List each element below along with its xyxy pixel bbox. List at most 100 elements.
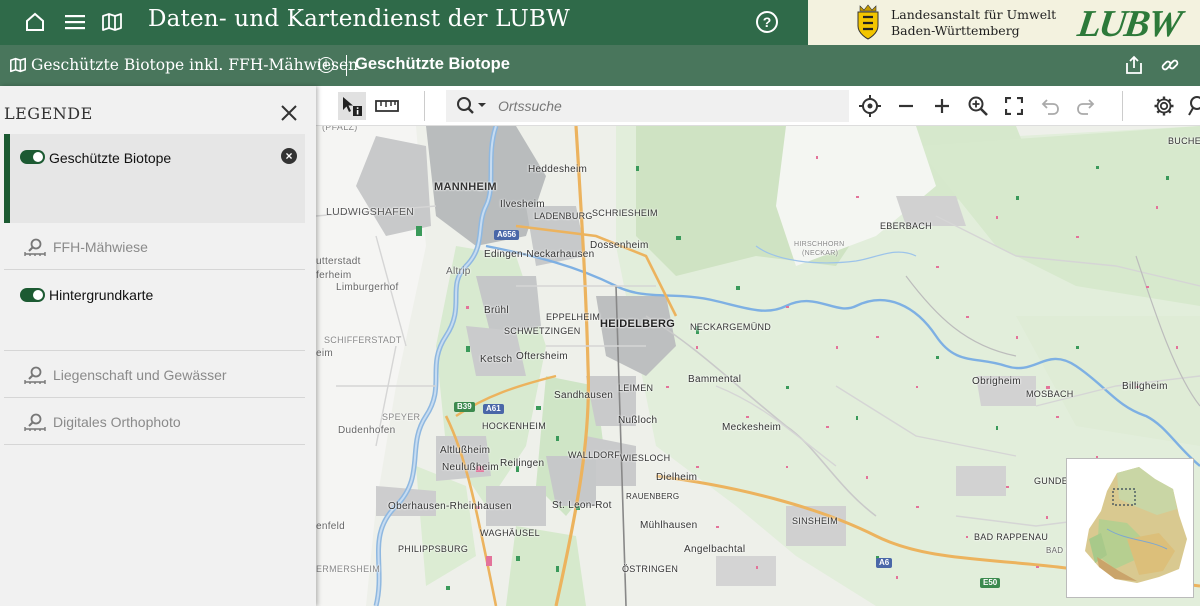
map-label: ferheim (316, 270, 352, 281)
remove-layer-icon[interactable]: × (281, 148, 297, 164)
road-shield: B39 (454, 402, 475, 412)
map-label: SINSHEIM (792, 516, 838, 526)
map-label: eim (316, 348, 334, 359)
map-label: WALLDORF (568, 450, 621, 460)
road-shield: A61 (483, 404, 504, 414)
magnifier-plus-icon (968, 96, 988, 116)
map-label: BUCHE (1168, 136, 1200, 146)
place-search[interactable] (446, 90, 849, 122)
road-shield: A6 (876, 558, 893, 568)
map-label: BAD RAPPENAU (974, 532, 1049, 542)
map-label: (NECKAR) (802, 250, 839, 257)
map-label: Oberhausen-Rheinhausen (388, 501, 512, 512)
map-label: Edingen-Neckarhausen (484, 249, 595, 260)
map-label: Billigheim (1122, 381, 1168, 392)
theme-title: Geschützte Biotope (355, 55, 510, 73)
layer-visibility-toggle[interactable] (20, 288, 45, 302)
map-label: EPPELHEIM (546, 312, 601, 322)
map-label: SCHIFFERSTADT (324, 335, 402, 345)
map-label: utterstadt (316, 256, 361, 267)
map-label: SCHWETZINGEN (504, 326, 581, 336)
map-label: Heddesheim (528, 164, 588, 175)
map-label: LUDWIGSHAFEN (326, 206, 415, 218)
lubw-logo: LUBW (1075, 3, 1183, 45)
close-icon[interactable] (279, 103, 299, 123)
redo-icon (1077, 99, 1095, 115)
map-label: Limburgerhof (336, 282, 399, 293)
plus-icon (935, 99, 949, 113)
map-label: LEIMEN (618, 383, 654, 393)
map-label: SPEYER (382, 412, 421, 422)
map-label: Sandhausen (554, 390, 614, 401)
legend-layer-orthophoto[interactable]: Digitales Orthophoto (4, 398, 305, 445)
cursor-info-icon (343, 97, 362, 116)
map-label: ÖSTRINGEN (622, 564, 679, 574)
map-label: Neulußheim (442, 462, 499, 473)
legend-panel: LEGENDE Geschützte Biotope × FFH-Mähwies… (0, 86, 316, 606)
zoom-rectangle-button[interactable] (964, 92, 992, 120)
legend-title: LEGENDE (4, 104, 93, 123)
share-icon[interactable] (1124, 55, 1144, 75)
zoom-out-button[interactable] (892, 92, 920, 120)
settings-button[interactable] (1150, 92, 1178, 120)
zoom-to-scale-icon[interactable] (24, 237, 46, 257)
menu-icon[interactable] (62, 9, 88, 35)
map-label: Reilingen (500, 458, 545, 469)
locate-button[interactable] (856, 92, 884, 120)
map-toolbar (316, 86, 1200, 126)
map-label: Ilvesheim (500, 199, 545, 210)
zoom-to-scale-icon[interactable] (24, 365, 46, 385)
zoom-in-button[interactable] (928, 92, 956, 120)
map-label: Meckesheim (722, 422, 782, 433)
help-icon[interactable]: ? (756, 11, 778, 33)
gear-icon (1154, 96, 1174, 116)
search-input[interactable] (498, 96, 838, 116)
map-label: HEIDELBERG (600, 318, 676, 330)
overview-map-image (1085, 467, 1187, 583)
layer-visibility-toggle[interactable] (20, 150, 45, 164)
map-label: Nußloch (618, 415, 658, 426)
legend-layer-ffh-maehwiese[interactable]: FFH-Mähwiese (4, 223, 305, 270)
layer-label: Geschützte Biotope (49, 150, 172, 166)
map-tips-button[interactable] (1182, 92, 1200, 120)
legend-layer-liegenschaft[interactable]: Liegenschaft und Gewässer (4, 351, 305, 398)
measure-tool-button[interactable] (373, 92, 401, 120)
info-icon[interactable]: i (318, 57, 334, 73)
org-name-line1: Landesanstalt für Umwelt (891, 7, 1057, 22)
map-label: MANNHEIM (434, 181, 497, 193)
map-label: Brühl (484, 305, 509, 316)
undo-button[interactable] (1036, 92, 1064, 120)
map-label: Dielheim (656, 472, 698, 483)
search-icon[interactable] (456, 96, 490, 116)
map-label: Obrigheim (972, 376, 1021, 387)
map-label: ERMERSHEIM (316, 564, 381, 574)
map-icon[interactable] (99, 9, 125, 35)
legend-layer-geschuetzte-biotope[interactable]: Geschützte Biotope × (4, 134, 305, 223)
map-label: PHILIPPSBURG (398, 544, 469, 554)
pin-icon (1188, 96, 1200, 116)
legend-layer-hintergrundkarte[interactable]: Hintergrundkarte (4, 271, 305, 351)
link-icon[interactable] (1160, 55, 1180, 75)
map-label: Ketsch (480, 354, 513, 365)
map-label: LADENBURG (534, 211, 593, 221)
redo-button[interactable] (1072, 92, 1100, 120)
overview-map[interactable] (1066, 458, 1194, 598)
map-label: enfeld (316, 521, 346, 532)
minus-icon (899, 104, 913, 108)
map-icon (9, 57, 26, 73)
home-icon[interactable] (22, 9, 48, 35)
app-title: Daten- und Kartendienst der LUBW (148, 6, 570, 32)
layer-label: Liegenschaft und Gewässer (53, 367, 227, 383)
zoom-to-scale-icon[interactable] (24, 412, 46, 432)
layer-label: Digitales Orthophoto (53, 414, 181, 430)
map-label: RAUENBERG (626, 492, 680, 501)
map-label: Altlußheim (440, 445, 491, 456)
identify-tool-button[interactable] (338, 92, 366, 120)
map-label: SCHRIESHEIM (592, 208, 658, 218)
divider (424, 91, 425, 121)
map-label: Altrip (446, 266, 471, 277)
legend-header: LEGENDE (0, 86, 316, 134)
map-theme-name[interactable]: Geschützte Biotope inkl. FFH-Mähwiesen (31, 56, 358, 74)
full-extent-button[interactable] (1000, 92, 1028, 120)
map-label: Angelbachtal (684, 544, 746, 555)
